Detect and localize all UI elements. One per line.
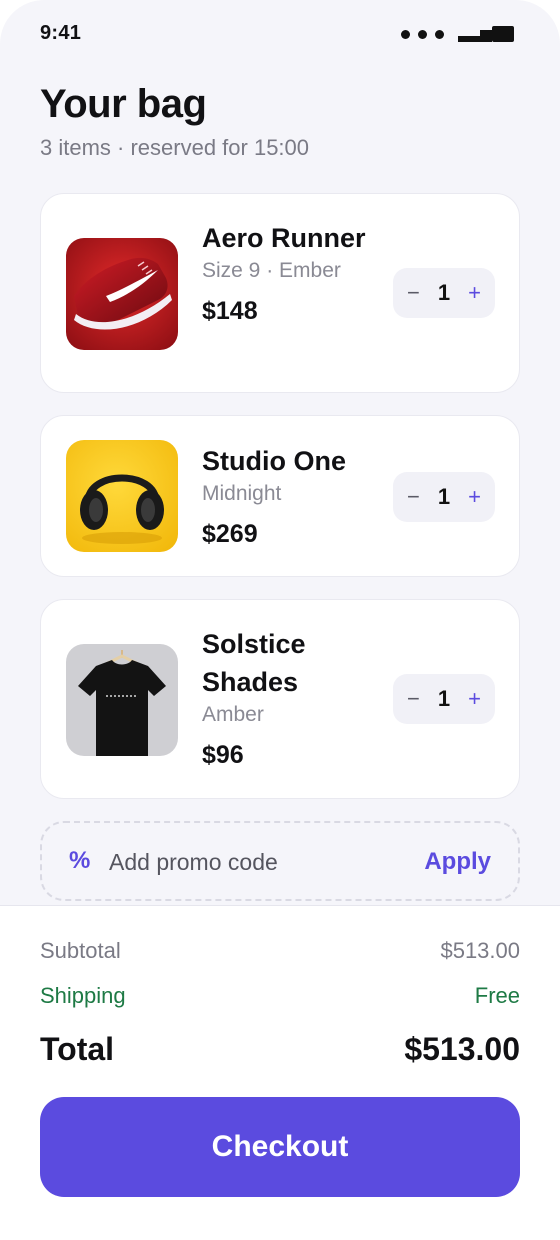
quantity-value: 1: [437, 484, 451, 509]
status-time: 9:41: [40, 22, 82, 44]
item-info: Solstice Shades Amber $96: [202, 625, 382, 773]
subtotal-value: $513.00: [440, 938, 520, 963]
apply-promo-button[interactable]: Apply: [424, 848, 491, 876]
checkout-button[interactable]: Checkout: [40, 1097, 520, 1197]
item-info: Studio One Midnight $269: [202, 442, 402, 552]
increment-button[interactable]: +: [468, 688, 481, 710]
signal-dot-icon: [418, 29, 427, 39]
item-price: $96: [202, 741, 244, 769]
increment-button[interactable]: +: [468, 486, 481, 508]
sneaker-image-icon: [66, 238, 178, 350]
percent-icon: %: [69, 847, 91, 874]
decrement-button[interactable]: −: [407, 688, 420, 710]
shipping-label: Shipping: [40, 983, 126, 1008]
total-label: Total: [40, 1031, 115, 1067]
cart-screen: 9:41 Your bag 3 items · reserved for 15:…: [0, 0, 560, 1240]
cart-item-card: Solstice Shades Amber $96 − 1 +: [40, 599, 520, 799]
page-subtitle: 3 items · reserved for 15:00: [40, 135, 310, 160]
product-image-tshirt[interactable]: [66, 644, 178, 756]
subtotal-row: Subtotal $513.00: [40, 938, 520, 964]
product-image-sneaker[interactable]: [66, 238, 178, 350]
status-icons: [401, 26, 514, 42]
item-name[interactable]: Aero Runner: [202, 219, 382, 257]
signal-dot-icon: [435, 29, 444, 39]
quantity-value: 1: [437, 686, 451, 711]
shipping-value: Free: [474, 983, 520, 1008]
page-title: Your bag: [40, 82, 207, 126]
quantity-stepper: − 1 +: [393, 472, 495, 522]
headphones-image-icon: [66, 440, 178, 552]
promo-code-field[interactable]: % Add promo code Apply: [40, 821, 520, 901]
promo-code-label[interactable]: Add promo code: [109, 849, 278, 876]
cart-item-card: Aero Runner Size 9 · Ember $148 − 1 +: [40, 193, 520, 393]
item-name[interactable]: Studio One: [202, 442, 402, 480]
product-image-headphones[interactable]: [66, 440, 178, 552]
shipping-row: Shipping Free: [40, 983, 520, 1009]
total-value: $513.00: [404, 1031, 520, 1067]
total-row: Total $513.00: [40, 1031, 520, 1068]
item-variant: Amber: [202, 703, 264, 726]
status-bar: 9:41: [0, 0, 560, 70]
quantity-stepper: − 1 +: [393, 268, 495, 318]
quantity-stepper: − 1 +: [393, 674, 495, 724]
quantity-value: 1: [437, 280, 451, 305]
order-summary: Subtotal $513.00 Shipping Free Total $51…: [0, 905, 560, 1240]
item-price: $269: [202, 520, 258, 548]
decrement-button[interactable]: −: [407, 486, 420, 508]
item-price: $148: [202, 297, 258, 325]
item-variant: Size 9 · Ember: [202, 259, 341, 282]
item-name[interactable]: Solstice Shades: [202, 625, 382, 701]
signal-dot-icon: [401, 29, 410, 39]
page-header: Your bag 3 items · reserved for 15:00: [40, 80, 309, 162]
item-variant: Midnight: [202, 482, 282, 505]
increment-button[interactable]: +: [468, 282, 481, 304]
item-info: Aero Runner Size 9 · Ember $148: [202, 219, 382, 329]
battery-icon: [458, 26, 514, 42]
tshirt-image-icon: [66, 644, 178, 756]
subtotal-label: Subtotal: [40, 938, 121, 963]
decrement-button[interactable]: −: [407, 282, 420, 304]
cart-item-card: Studio One Midnight $269 − 1 +: [40, 415, 520, 577]
